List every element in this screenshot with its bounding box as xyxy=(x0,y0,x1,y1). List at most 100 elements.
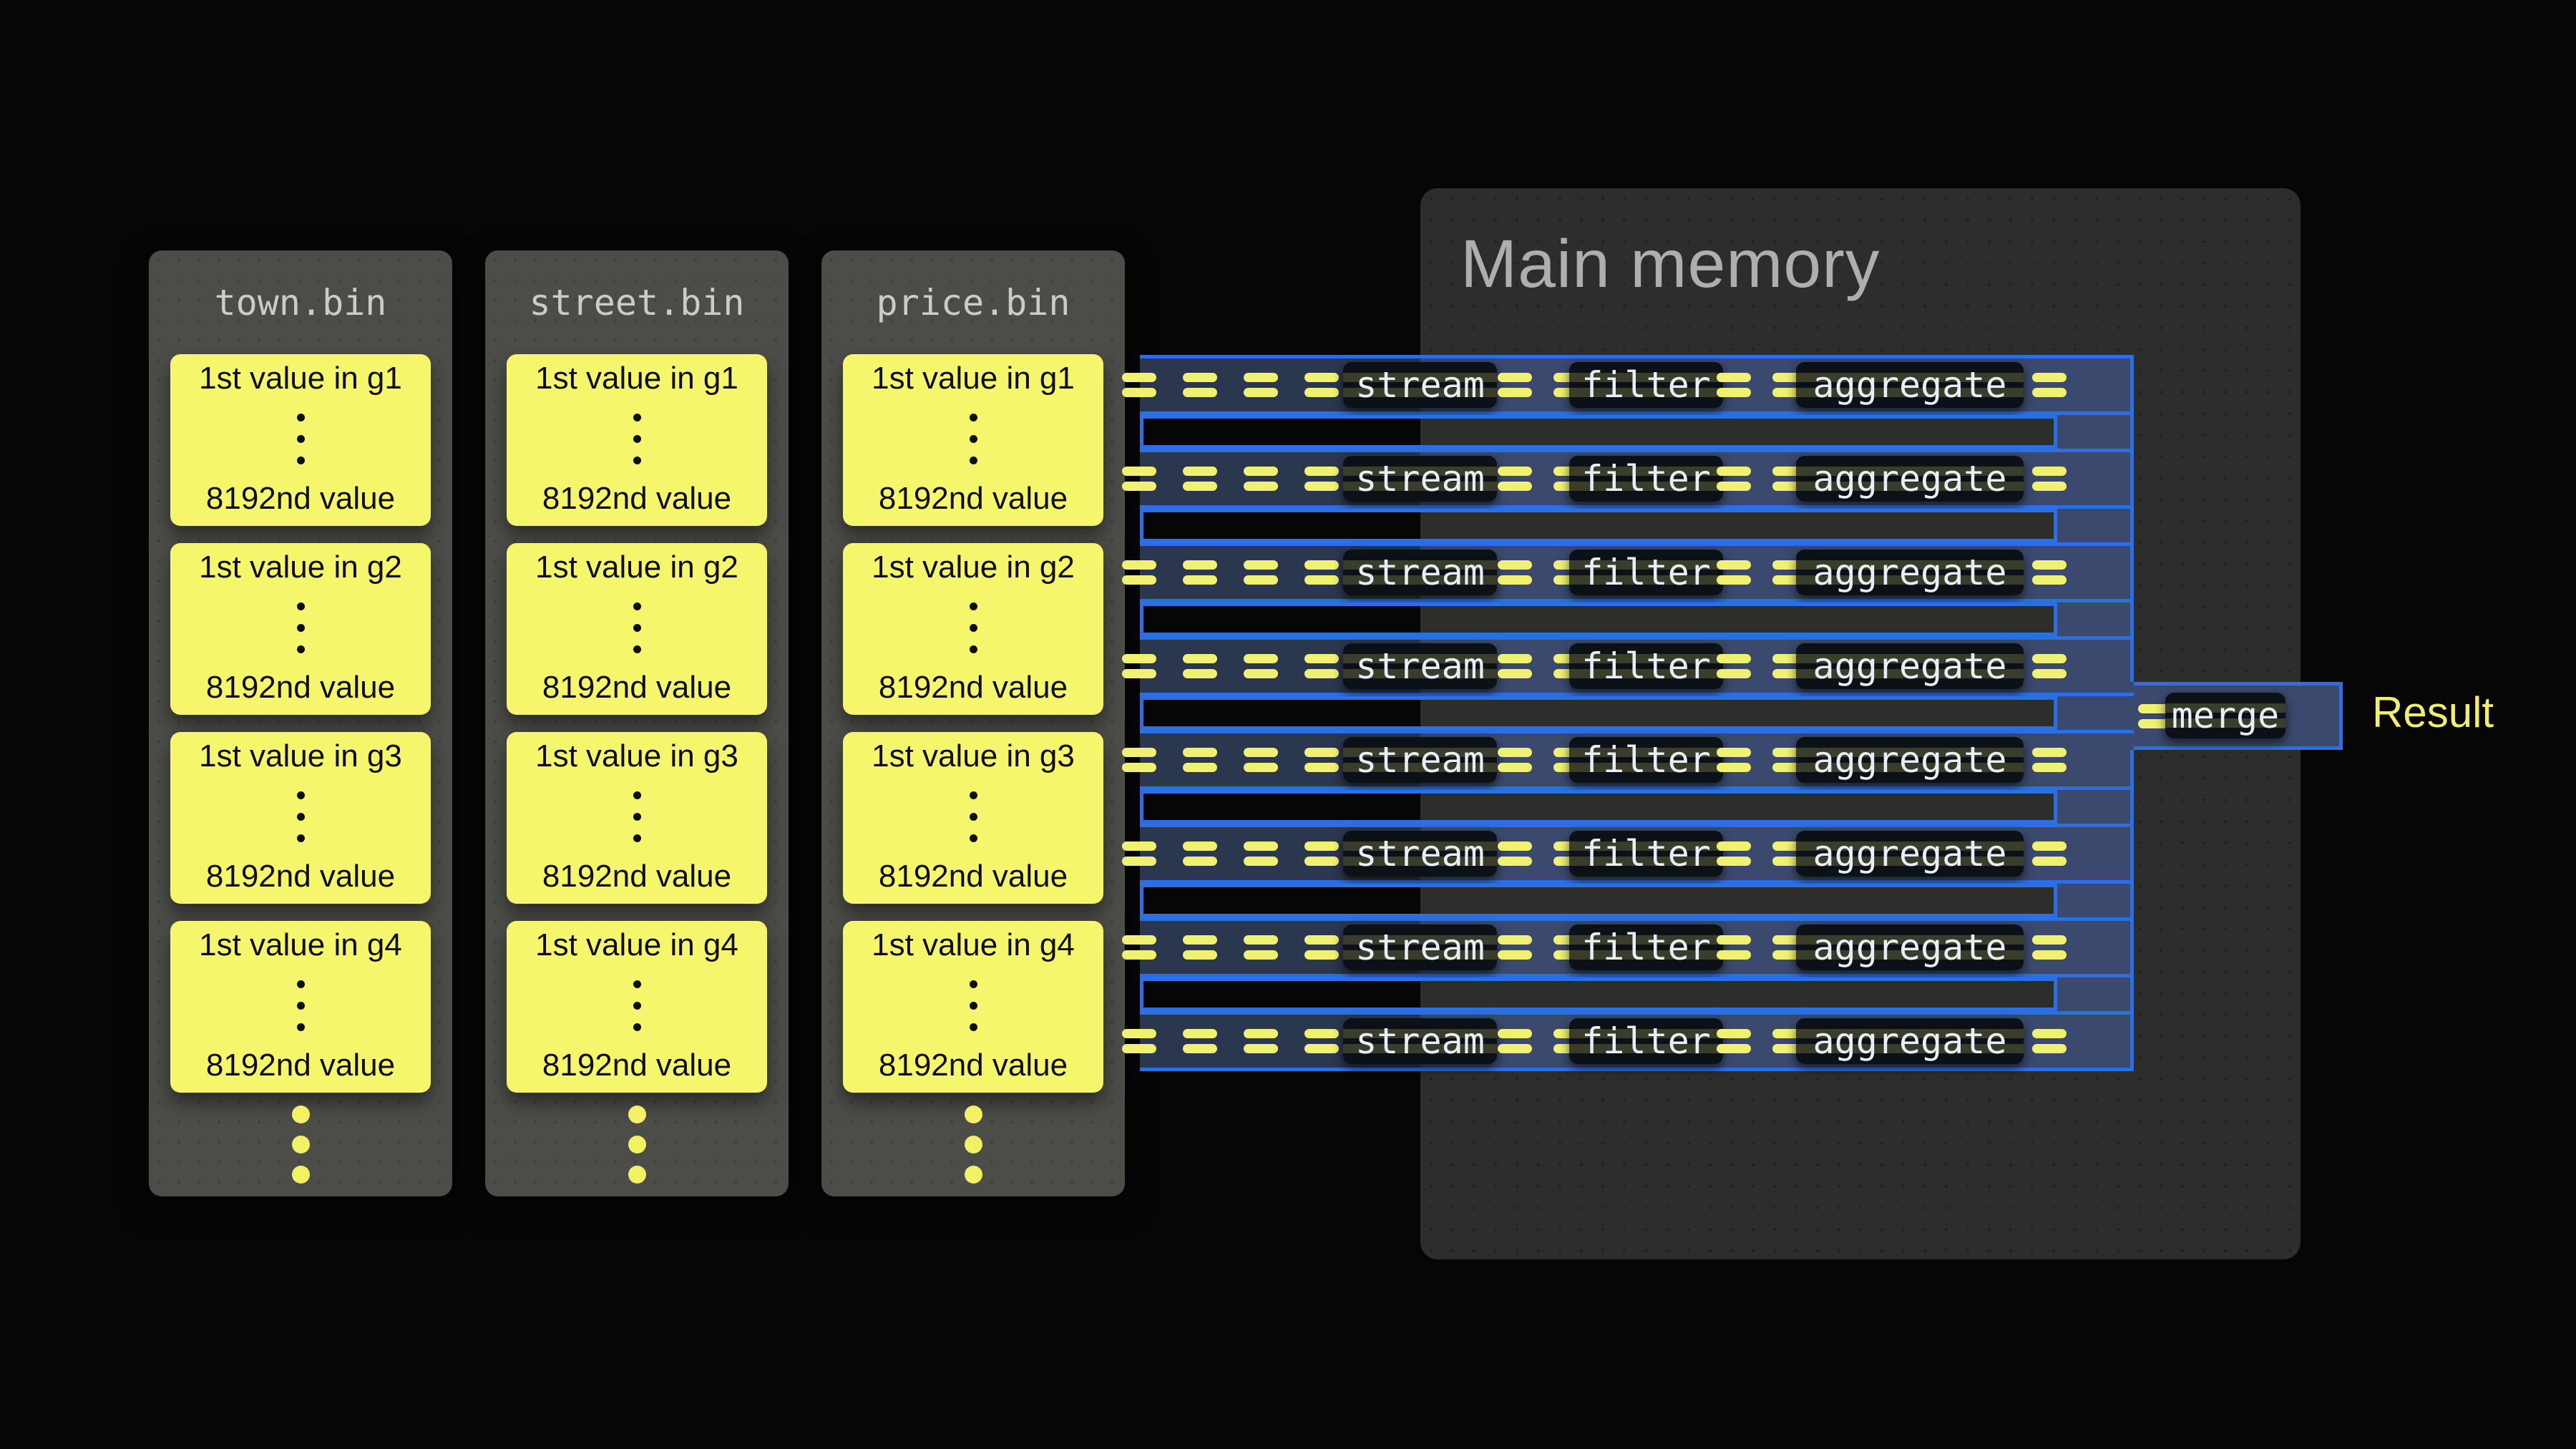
aggregate-label: aggregate xyxy=(1813,739,2007,781)
stream-box: stream xyxy=(1343,643,1497,689)
value-group-box: 1st value in g4 8192nd value xyxy=(507,921,767,1093)
group-last-label: 8192nd value xyxy=(206,859,395,894)
spine-border-bottom xyxy=(2130,750,2134,1071)
pipeline-gap xyxy=(1140,884,2057,917)
pipeline-gap xyxy=(1140,602,2057,636)
pipeline-gap xyxy=(1140,790,2057,824)
file-panel-price: price.bin 1st value in g1 8192nd value 1… xyxy=(821,250,1125,1196)
group-last-label: 8192nd value xyxy=(206,482,395,516)
aggregate-label: aggregate xyxy=(1813,645,2007,687)
more-groups-ellipsis-icon xyxy=(628,1106,646,1184)
file-title: town.bin xyxy=(149,250,452,354)
filter-box: filter xyxy=(1569,924,1723,970)
ellipsis-dots-icon xyxy=(633,791,641,842)
data-flow-icon xyxy=(1244,467,1278,491)
data-flow-icon xyxy=(1717,841,1751,866)
more-groups-area xyxy=(821,1093,1125,1196)
value-group-box: 1st value in g2 8192nd value xyxy=(507,543,767,715)
filter-label: filter xyxy=(1581,364,1711,406)
aggregate-box: aggregate xyxy=(1796,362,2024,408)
aggregate-label: aggregate xyxy=(1813,458,2007,499)
data-flow-icon xyxy=(1122,1029,1156,1053)
ellipsis-dots-icon xyxy=(297,980,305,1031)
data-flow-icon xyxy=(1183,841,1217,866)
data-flow-icon xyxy=(1244,654,1278,678)
pipeline-row: stream filter aggregate xyxy=(1140,449,2134,509)
stream-label: stream xyxy=(1355,833,1485,874)
data-flow-icon xyxy=(1244,560,1278,585)
group-last-label: 8192nd value xyxy=(879,859,1068,894)
ellipsis-dots-icon xyxy=(970,602,977,653)
stream-box: stream xyxy=(1343,456,1497,502)
group-first-label: 1st value in g4 xyxy=(199,928,402,962)
value-group-box: 1st value in g2 8192nd value xyxy=(843,543,1103,715)
group-first-label: 1st value in g2 xyxy=(199,550,402,585)
aggregate-label: aggregate xyxy=(1813,364,2007,406)
filter-box: filter xyxy=(1569,550,1723,595)
data-flow-icon xyxy=(1244,1029,1278,1053)
data-flow-icon xyxy=(1122,560,1156,585)
more-groups-ellipsis-icon xyxy=(965,1106,982,1184)
more-groups-area xyxy=(485,1093,789,1196)
file-panel-town: town.bin 1st value in g1 8192nd value 1s… xyxy=(149,250,452,1196)
pipeline-gap xyxy=(1140,696,2057,730)
data-flow-icon xyxy=(1304,654,1339,678)
ellipsis-dots-icon xyxy=(970,414,977,464)
data-flow-icon xyxy=(1717,935,1751,960)
group-first-label: 1st value in g1 xyxy=(199,361,402,396)
pipeline-row: stream filter aggregate xyxy=(1140,355,2134,415)
aggregate-label: aggregate xyxy=(1813,833,2007,874)
filter-box: filter xyxy=(1569,643,1723,689)
data-flow-icon xyxy=(1304,1029,1339,1053)
value-group-box: 1st value in g1 8192nd value xyxy=(507,354,767,526)
filter-label: filter xyxy=(1581,927,1711,968)
stream-label: stream xyxy=(1355,739,1485,781)
data-flow-icon xyxy=(2032,935,2067,960)
filter-label: filter xyxy=(1581,645,1711,687)
value-group-list: 1st value in g1 8192nd value 1st value i… xyxy=(821,354,1125,1093)
data-flow-icon xyxy=(1244,841,1278,866)
group-first-label: 1st value in g2 xyxy=(872,550,1075,585)
filter-box: filter xyxy=(1569,1018,1723,1064)
pipeline-row: stream filter aggregate xyxy=(1140,1011,2134,1071)
data-flow-icon xyxy=(1122,467,1156,491)
data-flow-icon xyxy=(1183,1029,1217,1053)
pipeline-gap xyxy=(1140,509,2057,542)
stream-label: stream xyxy=(1355,364,1485,406)
data-flow-icon xyxy=(1244,748,1278,772)
data-flow-icon xyxy=(1122,748,1156,772)
ellipsis-dots-icon xyxy=(297,791,305,842)
group-first-label: 1st value in g1 xyxy=(872,361,1075,396)
data-flow-icon xyxy=(1498,841,1532,866)
data-flow-icon xyxy=(1304,935,1339,960)
data-flow-icon xyxy=(1183,748,1217,772)
result-label: Result xyxy=(2372,687,2494,737)
merge-label: merge xyxy=(2172,695,2280,736)
pipeline-row: stream filter aggregate xyxy=(1140,917,2134,977)
data-flow-icon xyxy=(2032,748,2067,772)
group-first-label: 1st value in g3 xyxy=(199,739,402,774)
aggregate-box: aggregate xyxy=(1796,924,2024,970)
aggregate-label: aggregate xyxy=(1813,552,2007,593)
pipeline-row: stream filter aggregate xyxy=(1140,636,2134,696)
aggregate-box: aggregate xyxy=(1796,643,2024,689)
pipeline-comb: stream filter aggregate stream filter ag… xyxy=(1140,355,2134,1071)
data-flow-icon xyxy=(1498,373,1532,397)
ellipsis-dots-icon xyxy=(297,414,305,464)
group-first-label: 1st value in g3 xyxy=(535,739,738,774)
data-flow-icon xyxy=(1183,467,1217,491)
aggregate-box: aggregate xyxy=(1796,831,2024,877)
stream-label: stream xyxy=(1355,927,1485,968)
stream-box: stream xyxy=(1343,924,1497,970)
merge-box: merge xyxy=(2165,693,2285,738)
stream-box: stream xyxy=(1343,550,1497,595)
file-title: price.bin xyxy=(821,250,1125,354)
data-flow-icon xyxy=(1122,935,1156,960)
data-flow-icon xyxy=(1183,560,1217,585)
value-group-box: 1st value in g3 8192nd value xyxy=(843,732,1103,904)
stream-box: stream xyxy=(1343,1018,1497,1064)
data-flow-icon xyxy=(1244,935,1278,960)
data-flow-icon xyxy=(1244,373,1278,397)
main-memory-title: Main memory xyxy=(1460,225,1880,303)
ellipsis-dots-icon xyxy=(970,980,977,1031)
